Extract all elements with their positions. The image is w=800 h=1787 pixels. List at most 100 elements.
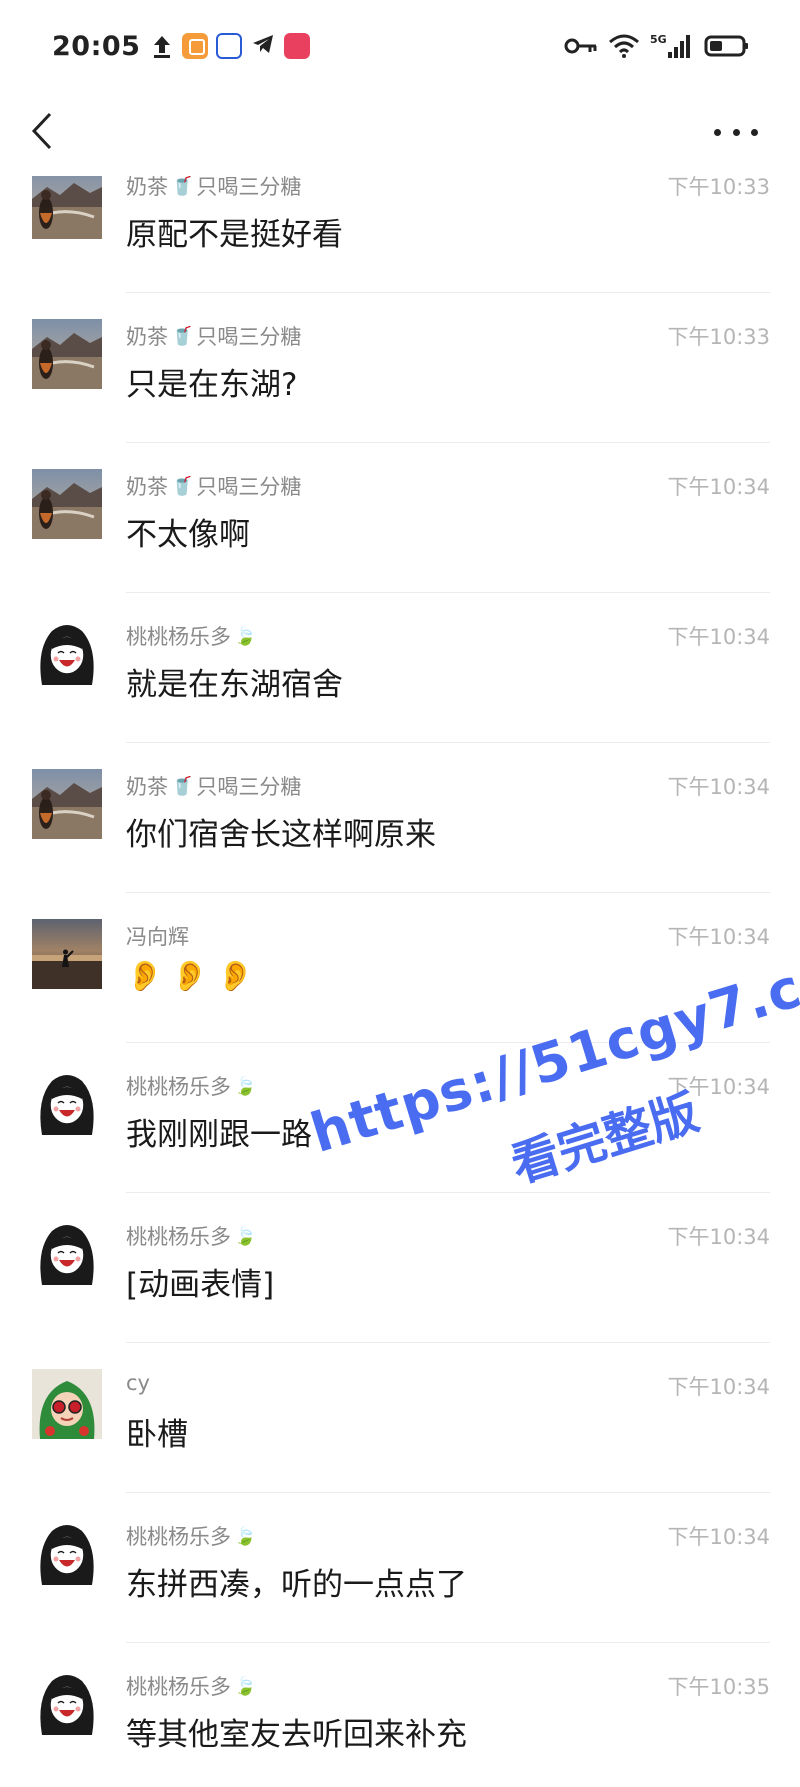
sender-name: 桃桃杨乐多 🍃: [126, 1521, 256, 1551]
message-text[interactable]: 东拼西凑，听的一点点了: [126, 1559, 467, 1604]
sender-emoji: 🥤: [171, 325, 194, 347]
message-text[interactable]: 不太像啊: [126, 509, 250, 554]
more-horizontal-icon: [714, 128, 721, 136]
sender-name: 桃桃杨乐多 🍃: [126, 621, 256, 651]
message-text[interactable]: [动画表情]: [126, 1259, 274, 1304]
sender-name: 奶茶 🥤 只喝三分糖: [126, 176, 301, 201]
avatar[interactable]: [32, 919, 102, 989]
app-notification-icon: [284, 33, 311, 59]
upload-icon: [150, 33, 174, 59]
sender-name: 桃桃杨乐多 🍃: [126, 1221, 256, 1251]
sender-nickname: 奶茶: [126, 176, 168, 199]
sender-nickname: 桃桃杨乐多: [126, 1525, 231, 1549]
avatar[interactable]: [32, 1369, 102, 1439]
cellular-signal-icon: 5G: [650, 33, 690, 58]
sender-name: 奶茶 🥤 只喝三分糖: [126, 771, 301, 801]
message-time: 下午10:33: [667, 325, 770, 349]
sender-name: 奶茶 🥤 只喝三分糖: [126, 471, 301, 501]
chat-scroll: 奶茶 🥤 只喝三分糖 下午10:33 原配不是挺好看 奶茶 🥤 只喝三分糖 下午10:33 只是在…: [0, 176, 800, 1787]
message-text[interactable]: 就是在东湖宿舍: [126, 659, 343, 704]
message-text[interactable]: 原配不是挺好看: [126, 209, 343, 254]
notification-icons: [150, 31, 311, 61]
message-row[interactable]: 奶茶 🥤 只喝三分糖 下午10:33 原配不是挺好看: [0, 176, 800, 293]
sender-emoji: 🍃: [234, 1675, 257, 1697]
sender-emoji: 🍃: [234, 1525, 257, 1547]
avatar[interactable]: [32, 619, 102, 689]
avatar[interactable]: [32, 319, 102, 389]
message-time: 下午10:34: [667, 1225, 770, 1249]
app-notification-icon: [182, 33, 209, 59]
sender-nickname: 奶茶: [126, 325, 168, 349]
avatar[interactable]: [32, 469, 102, 539]
message-time: 下午10:34: [667, 925, 770, 949]
sender-emoji: 🍃: [234, 1075, 257, 1097]
app-notification-icon: [216, 33, 243, 59]
avatar[interactable]: [32, 176, 102, 239]
message-row[interactable]: 奶茶 🥤 只喝三分糖 下午10:34 不太像啊: [0, 443, 800, 593]
message-time: 下午10:34: [667, 775, 770, 799]
sender-nickname: 奶茶: [126, 475, 168, 499]
sender-name: 桃桃杨乐多 🍃: [126, 1671, 256, 1701]
sender-emoji: 🥤: [171, 176, 194, 197]
message-time: 下午10:34: [667, 1525, 770, 1549]
more-button[interactable]: [714, 112, 758, 152]
message-text[interactable]: 只是在东湖?: [126, 359, 297, 404]
chat-list[interactable]: 奶茶 🥤 只喝三分糖 下午10:33 原配不是挺好看 奶茶 🥤 只喝三分糖 下午10:33 只是在…: [0, 176, 800, 1787]
system-icons: 5G: [564, 32, 750, 60]
chat-header: [0, 92, 800, 176]
sender-nickname: 桃桃杨乐多: [126, 1075, 231, 1099]
message-time: 下午10:34: [667, 1075, 770, 1099]
sender-emoji: 🥤: [171, 775, 194, 797]
sender-name: 桃桃杨乐多 🍃: [126, 1071, 256, 1101]
sender-suffix: 只喝三分糖: [196, 176, 302, 199]
message-row[interactable]: 桃桃杨乐多 🍃 下午10:34 就是在东湖宿舍: [0, 593, 800, 743]
clock: 20:05: [52, 30, 141, 62]
avatar[interactable]: [32, 1669, 102, 1739]
sender-suffix: 只喝三分糖: [196, 775, 302, 799]
wifi-icon: [609, 34, 639, 58]
sender-nickname: 奶茶: [126, 775, 168, 799]
message-row[interactable]: 奶茶 🥤 只喝三分糖 下午10:34 你们宿舍长这样啊原来: [0, 743, 800, 893]
message-row[interactable]: 冯向辉 下午10:34 👂👂👂: [0, 893, 800, 1043]
back-button[interactable]: [24, 106, 60, 156]
message-row[interactable]: 桃桃杨乐多 🍃 下午10:34 [动画表情]: [0, 1193, 800, 1343]
sender-suffix: 只喝三分糖: [196, 325, 302, 349]
message-time: 下午10:34: [667, 1375, 770, 1399]
message-row[interactable]: cy 下午10:34 卧槽: [0, 1343, 800, 1493]
message-row[interactable]: 桃桃杨乐多 🍃 下午10:35 等其他室友去听回来补充: [0, 1643, 800, 1787]
chevron-left-icon: [31, 112, 52, 150]
avatar[interactable]: [32, 1069, 102, 1139]
message-text[interactable]: 我刚刚跟一路: [126, 1109, 312, 1154]
avatar[interactable]: [32, 1219, 102, 1289]
sender-nickname: 桃桃杨乐多: [126, 1675, 231, 1699]
sender-name: 奶茶 🥤 只喝三分糖: [126, 321, 301, 351]
message-row[interactable]: 桃桃杨乐多 🍃 下午10:34 我刚刚跟一路: [0, 1043, 800, 1193]
vpn-key-icon: [564, 38, 597, 54]
message-row[interactable]: 奶茶 🥤 只喝三分糖 下午10:33 只是在东湖?: [0, 293, 800, 443]
sender-nickname: cy: [126, 1371, 150, 1395]
status-bar: 20:05 5G: [0, 0, 800, 92]
message-time: 下午10:34: [667, 475, 770, 499]
sender-nickname: 冯向辉: [126, 925, 189, 949]
message-text[interactable]: 👂👂👂: [126, 959, 262, 994]
message-time: 下午10:35: [667, 1675, 770, 1699]
svg-text:5G: 5G: [650, 33, 667, 46]
sender-name: cy: [126, 1371, 150, 1395]
telegram-icon: [250, 31, 276, 61]
sender-emoji: 🥤: [171, 475, 194, 497]
message-row[interactable]: 桃桃杨乐多 🍃 下午10:34 东拼西凑，听的一点点了: [0, 1493, 800, 1643]
message-text[interactable]: 等其他室友去听回来补充: [126, 1709, 467, 1754]
avatar[interactable]: [32, 1519, 102, 1589]
avatar[interactable]: [32, 769, 102, 839]
message-text[interactable]: 你们宿舍长这样啊原来: [126, 809, 436, 854]
sender-emoji: 🍃: [234, 1225, 257, 1247]
sender-nickname: 桃桃杨乐多: [126, 1225, 231, 1249]
sender-name: 冯向辉: [126, 921, 189, 951]
message-time: 下午10:34: [667, 625, 770, 649]
sender-emoji: 🍃: [234, 625, 257, 647]
battery-icon: [704, 35, 748, 57]
sender-suffix: 只喝三分糖: [196, 475, 302, 499]
message-time: 下午10:33: [667, 176, 770, 199]
sender-nickname: 桃桃杨乐多: [126, 625, 231, 649]
message-text[interactable]: 卧槽: [126, 1409, 188, 1454]
